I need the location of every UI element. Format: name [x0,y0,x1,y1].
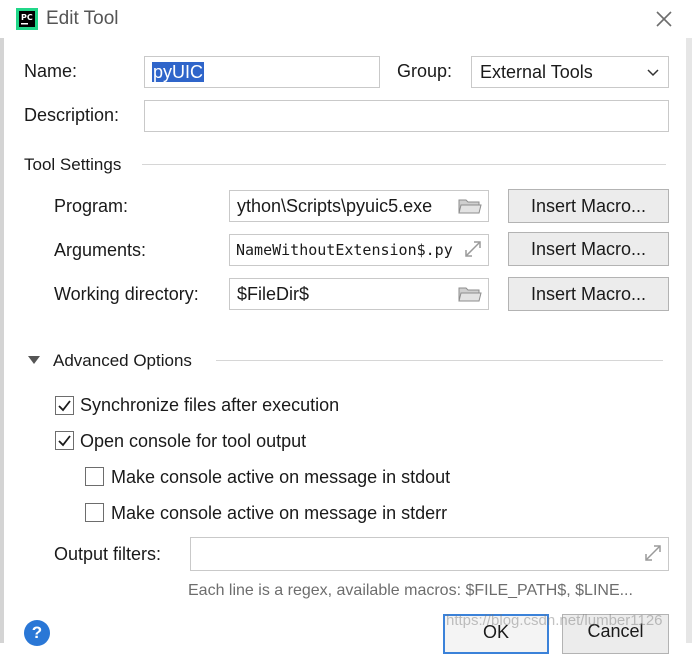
title-bar: PC Edit Tool [0,0,692,38]
pycharm-logo-icon: PC [16,8,38,30]
program-label: Program: [54,196,129,216]
arguments-insert-macro-button[interactable]: Insert Macro... [508,232,669,266]
expand-icon[interactable] [462,239,486,259]
working-directory-input[interactable]: $FileDir$ [229,278,489,310]
program-input-value: ython\Scripts\pyuic5.exe [237,196,433,216]
advanced-options-title[interactable]: Advanced Options [53,351,192,371]
window-left-edge [0,38,4,643]
name-input[interactable]: pyUIC [144,56,380,88]
stdout-label[interactable]: Make console active on message in stdout [111,467,450,488]
tool-settings-title: Tool Settings [24,155,122,174]
stderr-checkbox[interactable] [85,503,104,522]
folder-icon[interactable] [458,196,482,216]
working-directory-label: Working directory: [54,284,199,304]
window-right-edge [686,38,692,643]
group-select-value: External Tools [480,62,593,82]
arguments-input[interactable]: NameWithoutExtension$.py [229,234,489,266]
name-label: Name: [24,61,78,81]
checkmark-icon [58,435,71,447]
folder-icon[interactable] [458,284,482,304]
sync-files-checkbox[interactable] [55,396,74,415]
expand-icon[interactable] [642,543,666,563]
group-label: Group: [397,61,453,81]
edit-tool-dialog: PC Edit Tool Name: pyUIC Group: External… [0,0,692,654]
output-filters-hint: Each line is a regex, available macros: … [188,582,633,599]
stdout-checkbox[interactable] [85,467,104,486]
pycharm-logo-text: PC [21,13,33,22]
collapse-triangle-icon[interactable] [27,355,41,365]
program-insert-macro-button[interactable]: Insert Macro... [508,189,669,223]
window-title: Edit Tool [46,8,119,29]
close-icon[interactable] [654,9,674,29]
open-console-checkbox[interactable] [55,431,74,450]
checkmark-icon [58,400,71,412]
help-icon[interactable]: ? [24,620,50,646]
arguments-input-value: NameWithoutExtension$.py [236,241,453,259]
group-select[interactable]: External Tools [471,56,669,88]
watermark-text: https://blog.csdn.net/lumber1126 [446,612,663,629]
output-filters-label: Output filters: [54,544,162,564]
chevron-down-icon [647,69,659,77]
advanced-options-separator [216,360,663,361]
stderr-label[interactable]: Make console active on message in stderr [111,503,447,524]
program-input[interactable]: ython\Scripts\pyuic5.exe [229,190,489,222]
tool-settings-separator [142,164,666,165]
description-input[interactable] [144,100,669,132]
working-directory-input-value: $FileDir$ [237,284,310,304]
sync-files-label[interactable]: Synchronize files after execution [80,395,339,416]
description-label: Description: [24,105,120,125]
output-filters-input[interactable] [190,537,669,571]
open-console-label[interactable]: Open console for tool output [80,431,306,452]
working-directory-insert-macro-button[interactable]: Insert Macro... [508,277,669,311]
arguments-label: Arguments: [54,240,147,260]
name-input-value: pyUIC [152,62,205,82]
